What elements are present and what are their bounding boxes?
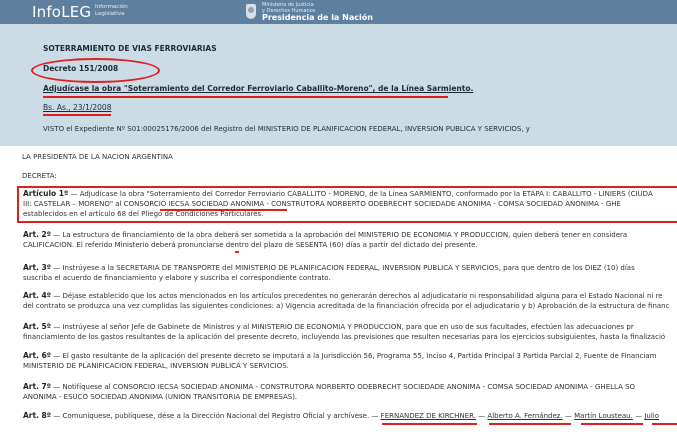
presidency-title: Presidencia de la Nación [262, 13, 373, 22]
article-1-line1: — Adjudícase la obra "Soterramiento del … [70, 190, 653, 198]
article-3-line2: suscriba el acuerdo de financiamiento y … [23, 274, 331, 282]
article-1: Artículo 1º — Adjudícase la obra "Soterr… [23, 189, 653, 219]
signature-1-red-underline [382, 423, 477, 425]
article-2-label: Art. 2º [23, 230, 51, 239]
logo-subtitle-line1: Información [95, 4, 128, 10]
article-4: Art. 4º — Déjase establecido que los act… [23, 291, 669, 311]
article-1-line3: establecidos en el artículo 68 del Plieg… [23, 210, 264, 218]
article-7-line1: — Notifíquese al CONSORCIO IECSA SOCIEDA… [53, 383, 636, 391]
article-3-line1: — Instrúyese a la SECRETARIA DE TRANSPOR… [53, 264, 635, 272]
article-7: Art. 7º — Notifíquese al CONSORCIO IECSA… [23, 382, 635, 402]
logo-subtitle: Información Legislativa [95, 4, 128, 17]
decree-adjudication-title: Adjudícase la obra "Soterramiento del Co… [43, 84, 474, 93]
decree-subject: SOTERRAMIENTO DE VIAS FERROVIARIAS [43, 44, 217, 53]
signature-separator-1: — [478, 412, 486, 420]
article-3-label: Art. 3º [23, 263, 51, 272]
article-5-line2: financiamiento de los gastos resultantes… [23, 333, 666, 341]
signature-2-red-underline [489, 423, 571, 425]
article-4-label: Art. 4º [23, 291, 51, 300]
article-2: Art. 2º — La estructura de financiamient… [23, 230, 627, 250]
small-red-mark [235, 251, 239, 253]
signature-president: FERNANDEZ DE KIRCHNER. [380, 412, 476, 420]
visto-paragraph: VISTO el Expediente Nº S01:00025176/2006… [43, 125, 530, 133]
logo-subtitle-line2: Legislativa [95, 10, 125, 17]
article-8-text: — Comuníquese, publíquese, dése a la Dir… [53, 412, 379, 420]
consortium-red-underline [160, 209, 287, 211]
signature-planning-minister: Julio [644, 412, 659, 420]
presidenta-heading: LA PRESIDENTA DE LA NACION ARGENTINA [22, 153, 173, 161]
article-8-label: Art. 8º [23, 411, 51, 420]
date-red-underline [43, 114, 111, 116]
article-2-line1: — La estructura de financiamiento de la … [53, 231, 628, 239]
article-6-line2: MINISTERIO DE PLANIFICACION FEDERAL, INV… [23, 362, 289, 370]
article-8: Art. 8º — Comuníquese, publíquese, dése … [23, 411, 659, 421]
article-5: Art. 5º — Instrúyese al señor Jefe de Ga… [23, 322, 665, 342]
national-crest-icon [246, 4, 256, 19]
article-7-label: Art. 7º [23, 382, 51, 391]
signature-economy-minister: Martín Lousteau. [574, 412, 633, 420]
place-and-date: Bs. As., 23/1/2008 [43, 103, 112, 112]
adjudication-red-underline [43, 96, 448, 98]
article-4-line1: — Déjase establecido que los actos menci… [53, 292, 663, 300]
site-header: InfoLEG Información Legislativa Minister… [0, 0, 677, 25]
article-7-line2: ANONIMA - ESUCO SOCIEDAD ANONIMA (UNION … [23, 393, 298, 401]
article-6-label: Art. 6º [23, 351, 51, 360]
signature-3-red-underline [581, 423, 643, 425]
signature-separator-2: — [564, 412, 572, 420]
article-2-line2: CALIFICACION. El referido Ministerio deb… [23, 241, 478, 249]
article-1-label: Artículo 1º [23, 189, 69, 198]
signature-4-red-underline [652, 423, 677, 425]
article-5-line1: — Instrúyese al señor Jefe de Gabinete d… [53, 323, 634, 331]
article-6-line1: — El gasto resultante de la aplicación d… [53, 352, 657, 360]
article-3: Art. 3º — Instrúyese a la SECRETARIA DE … [23, 263, 635, 283]
signature-chief-of-cabinet: Alberto A. Fernández. [487, 412, 563, 420]
signature-separator-3: — [635, 412, 643, 420]
infoleg-logo[interactable]: InfoLEG [32, 3, 91, 21]
article-5-label: Art. 5º [23, 322, 51, 331]
decreta-heading: DECRETA: [22, 172, 57, 180]
decree-number: Decreto 151/2008 [43, 64, 119, 73]
article-4-line2: del contrato se produzca una vez cumplid… [23, 302, 670, 310]
article-6: Art. 6º — El gasto resultante de la apli… [23, 351, 657, 371]
article-1-line2: III: CASTELAR – MORENO" al CONSORCIO IEC… [23, 200, 621, 208]
